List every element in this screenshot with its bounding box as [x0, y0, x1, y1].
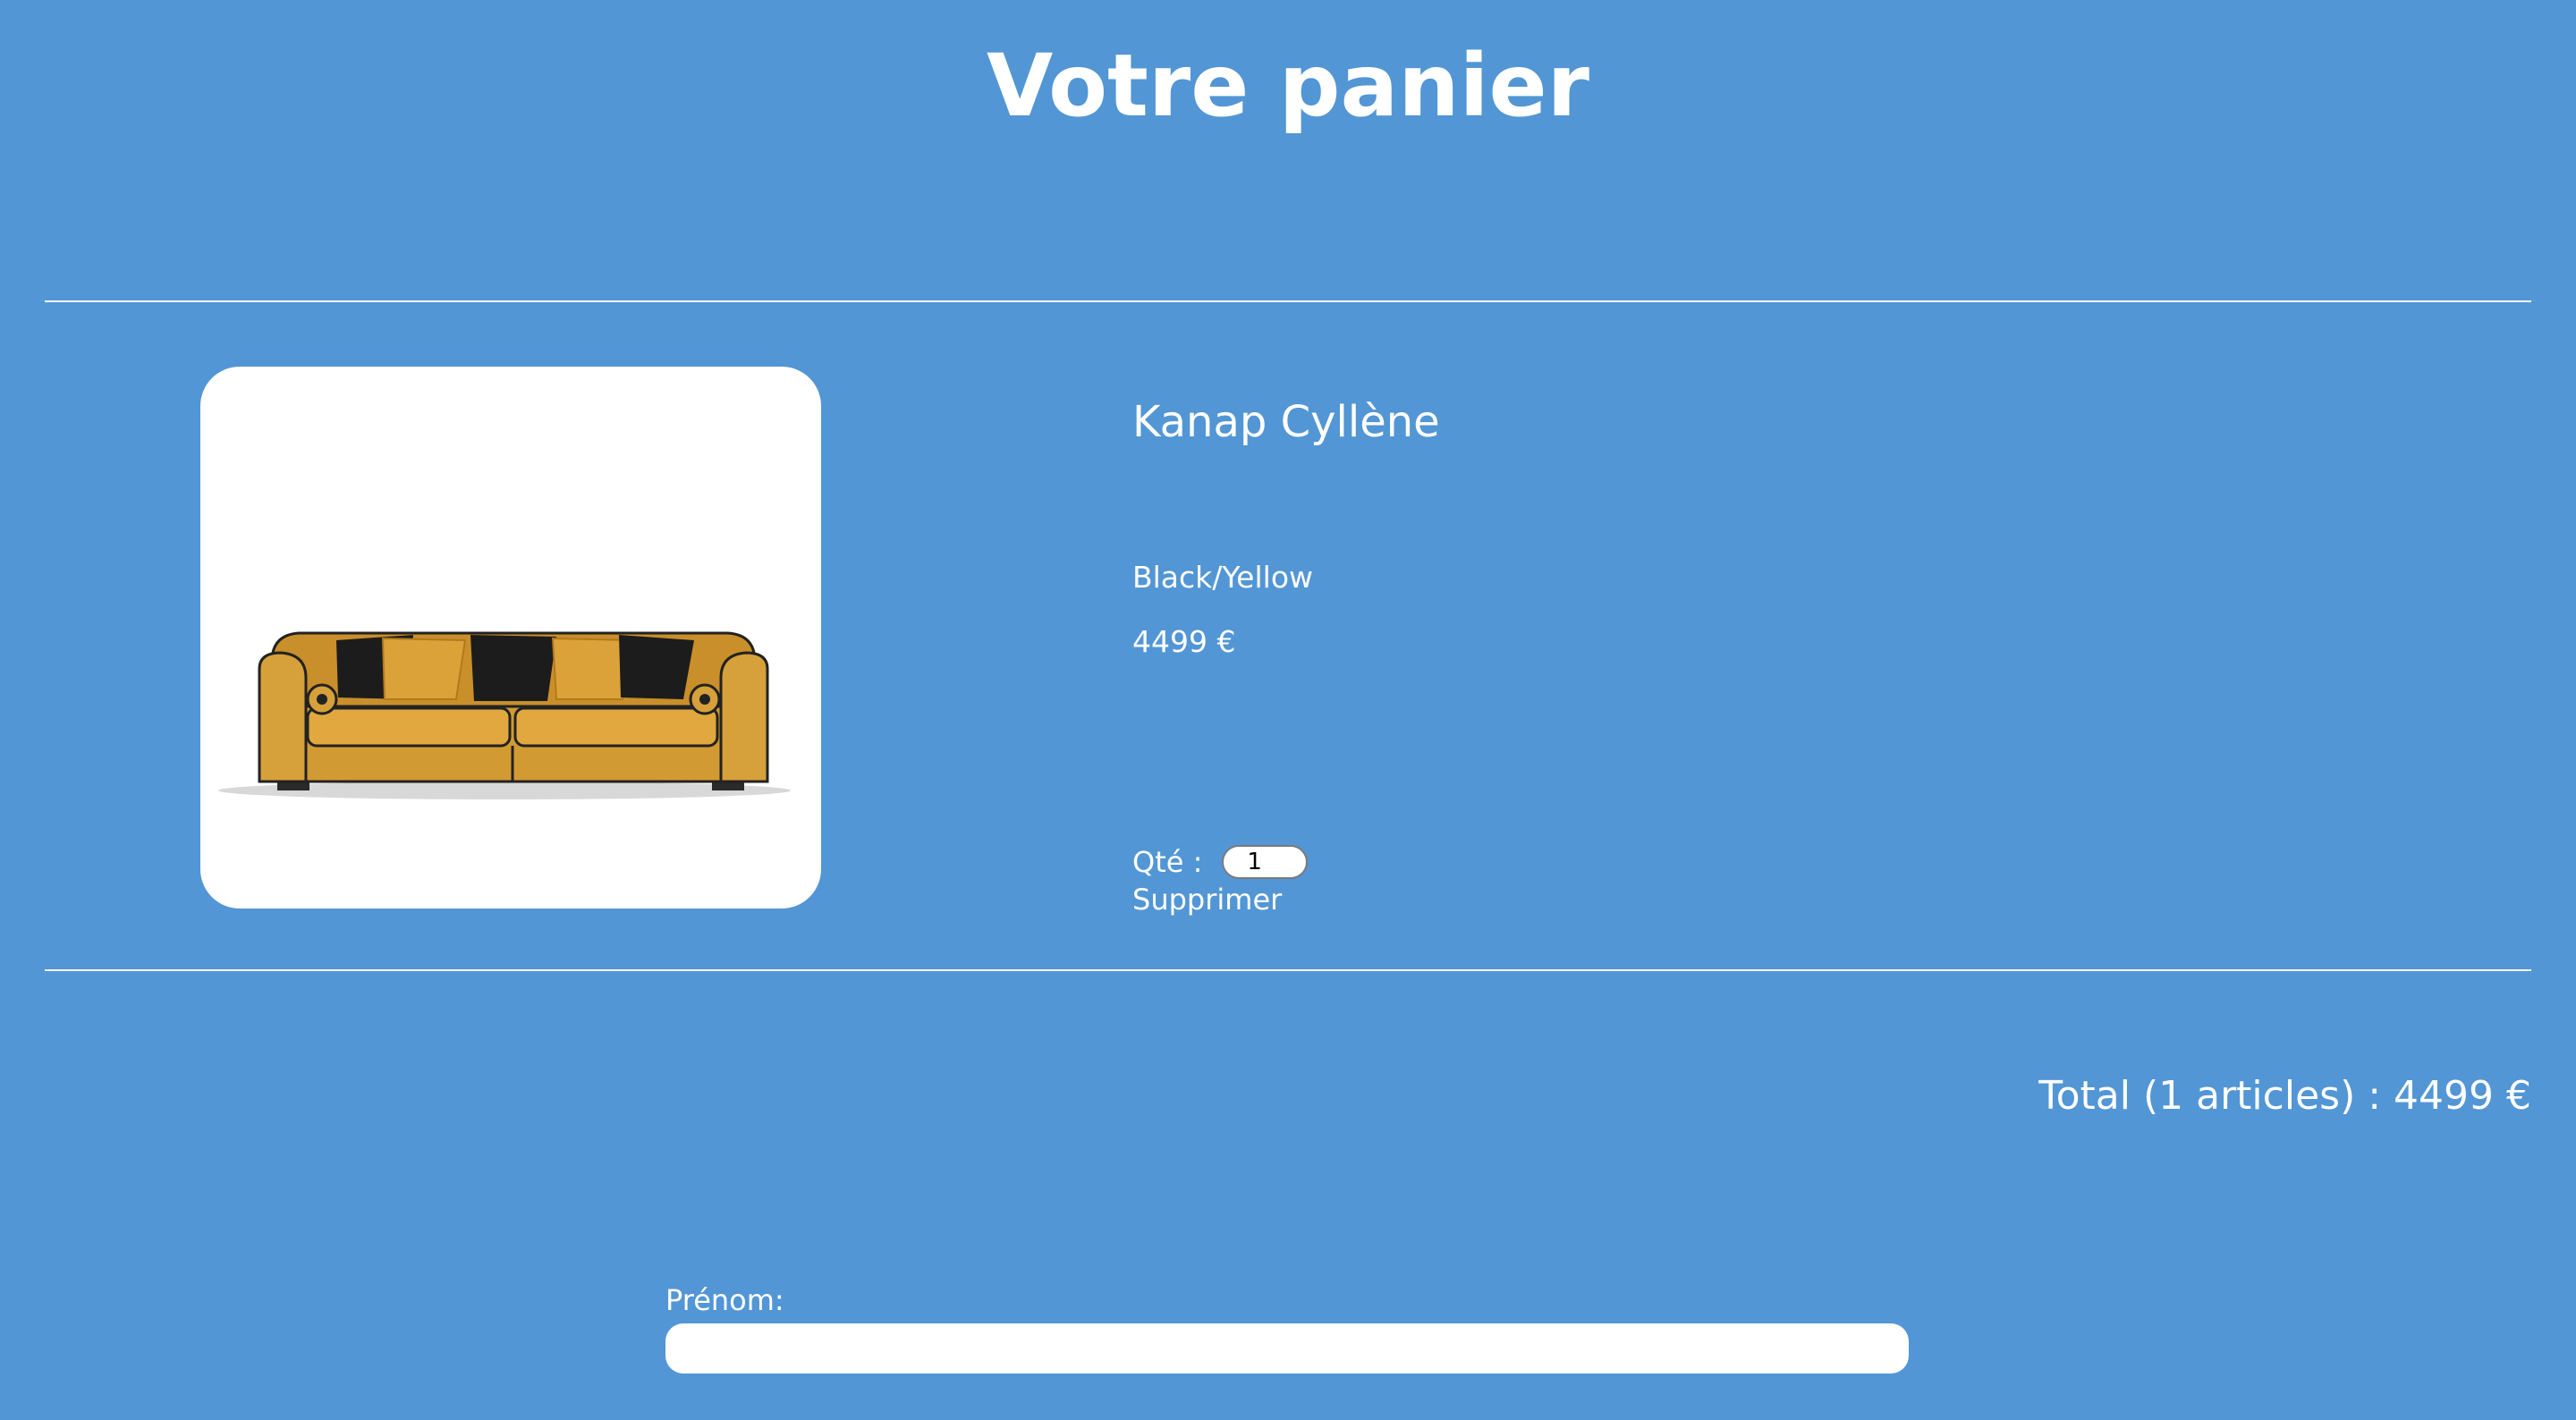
quantity-input[interactable]: [1222, 845, 1309, 879]
product-name: Kanap Cyllène: [1132, 397, 1440, 447]
first-name-label: Prénom:: [665, 1283, 784, 1317]
total-middle: articles) :: [2183, 1073, 2394, 1119]
quantity-row: Qté :: [1132, 842, 1309, 882]
cart-page: Votre panier Kanap Cyllène Black/Yellow …: [0, 0, 2576, 1420]
delete-item-button[interactable]: Supprimer: [1132, 880, 1282, 919]
quantity-label: Qté :: [1132, 845, 1203, 879]
total-quantity: 1: [2158, 1073, 2184, 1119]
sofa-illustration: [218, 631, 791, 799]
cart-total: Total (1 articles) : 4499 €: [2038, 1069, 2531, 1123]
total-price: 4499: [2394, 1073, 2495, 1119]
total-prefix: Total (: [2038, 1073, 2159, 1119]
divider-bottom: [45, 969, 2531, 971]
total-suffix: €: [2494, 1073, 2531, 1119]
page-title: Votre panier: [987, 36, 1589, 136]
product-color: Black/Yellow: [1132, 560, 1313, 595]
product-image: [200, 367, 821, 909]
divider-top: [45, 300, 2531, 302]
first-name-input[interactable]: [665, 1323, 1909, 1374]
product-price: 4499 €: [1132, 624, 1236, 659]
